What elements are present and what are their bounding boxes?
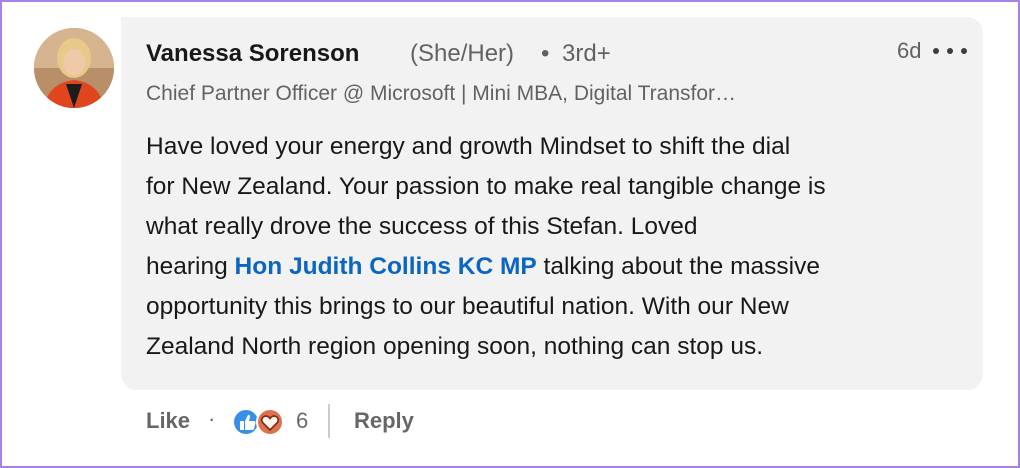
comment-line: Have loved your energy and growth Mindse… xyxy=(146,133,791,160)
mention-link[interactable]: Hon Judith Collins KC MP xyxy=(235,253,537,280)
love-reaction-icon xyxy=(256,408,284,436)
reactions-summary[interactable] xyxy=(232,406,288,438)
reply-button[interactable]: Reply xyxy=(354,408,414,434)
actions-divider xyxy=(328,404,330,438)
comment-timestamp: 6d xyxy=(897,38,922,63)
comment-line: what really drove the success of this St… xyxy=(146,213,698,240)
avatar[interactable] xyxy=(34,28,114,108)
author-name[interactable]: Vanessa Sorenson xyxy=(146,40,359,68)
comment-line: for New Zealand. Your passion to make re… xyxy=(146,173,826,200)
connection-degree: 3rd+ xyxy=(562,40,611,67)
avatar-photo xyxy=(34,28,114,108)
comment-line: opportunity this brings to our beautiful… xyxy=(146,293,789,320)
author-pronouns: (She/Her) xyxy=(410,40,515,67)
comment-text: talking about the massive xyxy=(536,253,820,280)
comment-text: hearing xyxy=(146,253,235,280)
author-headline: Chief Partner Officer @ Microsoft | Mini… xyxy=(146,82,737,105)
separator-dot: • xyxy=(541,40,550,67)
like-reaction-icon xyxy=(232,408,260,436)
action-separator-dot: · xyxy=(208,406,216,431)
comment-line: Zealand North region opening soon, nothi… xyxy=(146,333,764,360)
comment-body: Have loved your energy and growth Mindse… xyxy=(146,127,966,367)
reaction-icons xyxy=(232,408,284,436)
more-options-icon[interactable] xyxy=(933,42,967,60)
reaction-count[interactable]: 6 xyxy=(296,408,308,434)
comment-line-with-mention: hearing Hon Judith Collins KC MP talking… xyxy=(146,247,966,287)
like-button[interactable]: Like xyxy=(146,408,190,434)
